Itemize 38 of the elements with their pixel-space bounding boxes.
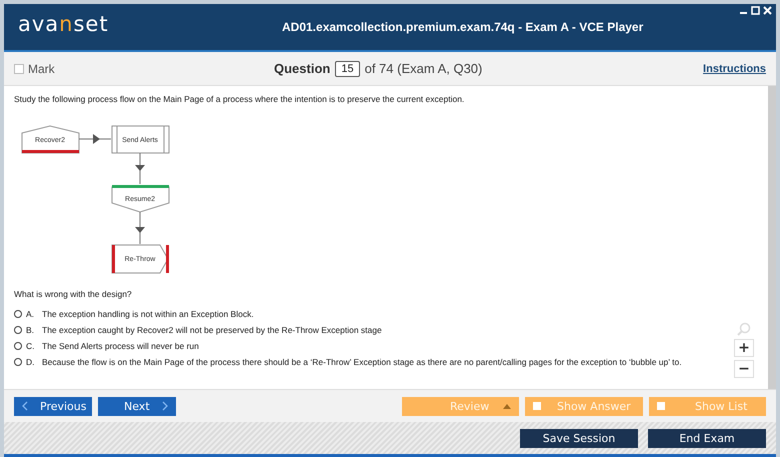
question-text: Study the following process flow on the Main Page of a process where the intention is to preserve the current exception. — [14, 94, 466, 104]
answer-letter: D. — [26, 357, 36, 367]
answer-letter: A. — [26, 309, 36, 319]
chevron-right-icon — [162, 401, 168, 411]
answer-text: The exception handling is not within an Exception Block. — [42, 309, 254, 319]
close-icon[interactable] — [763, 6, 772, 15]
mark-label[interactable]: Mark — [28, 62, 55, 76]
save-session-button[interactable]: Save Session — [520, 428, 638, 448]
end-exam-button[interactable]: End Exam — [648, 428, 766, 448]
answer-text: The exception caught by Recover2 will not be preserved by the Re-Throw Exception stage — [42, 325, 382, 335]
answer-text: The Send Alerts process will never be run — [42, 341, 199, 351]
answer-radio[interactable] — [14, 310, 22, 318]
previous-button[interactable]: Previous — [14, 396, 92, 416]
question-number-field[interactable]: 15 — [335, 60, 360, 76]
flow-arrow — [135, 212, 145, 244]
next-button[interactable]: Next — [98, 396, 176, 416]
zoom-in-button[interactable]: + — [734, 339, 754, 357]
instructions-link[interactable]: Instructions — [703, 62, 766, 74]
app-logo: ava nset — [18, 12, 110, 36]
window-title: AD01.examcollection.premium.exam.74q - Exam A - VCE Player — [282, 20, 644, 34]
answer-letter: B. — [26, 325, 36, 335]
flow-arrow — [135, 152, 145, 184]
question-label: Question — [274, 61, 330, 76]
show-list-checkbox[interactable] — [657, 402, 665, 410]
answer-radio[interactable] — [14, 342, 22, 350]
answer-letter: C. — [26, 341, 36, 351]
question-count: of 74 (Exam A, Q30) — [364, 61, 482, 76]
zoom-out-button[interactable]: − — [734, 360, 754, 378]
mark-checkbox[interactable] — [14, 64, 24, 74]
chevron-left-icon — [22, 401, 28, 411]
caret-up-icon — [503, 404, 511, 408]
show-answer-checkbox[interactable] — [533, 402, 541, 410]
answer-text: Because the flow is on the Main Page of the process there should be a ‘Re-Throw’ Exception stage as there are no parent/calling pages for the exception to ‘bubble up’ to. — [42, 357, 682, 367]
answer-radio[interactable] — [14, 358, 22, 366]
answer-radio[interactable] — [14, 326, 22, 334]
maximize-icon[interactable] — [751, 6, 760, 15]
question-prompt: What is wrong with the design? — [14, 289, 133, 299]
flow-arrow — [78, 134, 112, 144]
